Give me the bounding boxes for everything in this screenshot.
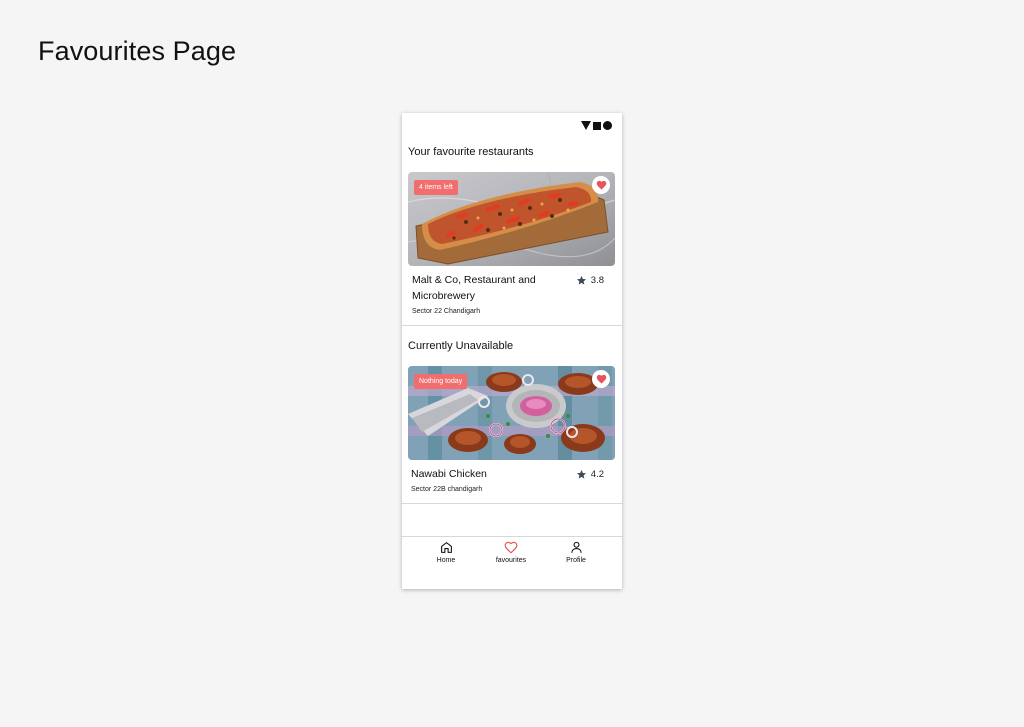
nav-home-label: Home — [436, 557, 456, 564]
profile-icon — [570, 541, 582, 553]
status-bar — [581, 121, 612, 130]
rating-value: 3.8 — [590, 275, 604, 286]
heart-outline-icon — [504, 541, 518, 554]
battery-icon — [593, 121, 601, 130]
nav-favourites[interactable]: favourites — [486, 541, 536, 564]
nav-home[interactable]: Home — [421, 541, 471, 564]
nav-favourites-label: favourites — [495, 557, 527, 564]
rating: 4.2 — [576, 469, 604, 480]
nav-profile[interactable]: Profile — [551, 541, 601, 564]
favourites-section-title: Your favourite restaurants — [408, 146, 534, 158]
nav-profile-label: Profile — [566, 557, 586, 564]
star-icon — [576, 275, 586, 285]
restaurant-name[interactable]: Malt & Co, Restaurant and Microbrewery — [412, 272, 542, 304]
wifi-icon — [603, 121, 612, 130]
heart-icon — [596, 180, 606, 190]
restaurant-image-malt[interactable]: 4 items left — [408, 172, 615, 266]
section-divider — [402, 325, 622, 326]
restaurant-location: Sector 22B chandigarh — [411, 486, 483, 493]
heart-icon — [596, 374, 606, 384]
star-icon — [576, 469, 586, 479]
restaurant-location: Sector 22 Chandigarh — [412, 308, 481, 315]
phone-frame: Your favourite restaurants 4 items left … — [402, 113, 622, 589]
restaurant-image-nawabi[interactable]: Nothing today — [408, 366, 615, 460]
bottom-navigation: Home favourites Profile — [402, 536, 622, 589]
rating: 3.8 — [576, 275, 604, 286]
stock-badge: 4 items left — [414, 180, 458, 195]
favourite-toggle[interactable] — [592, 176, 610, 194]
favourite-toggle[interactable] — [592, 370, 610, 388]
signal-icon — [581, 121, 591, 130]
page-heading: Favourites Page — [38, 36, 237, 66]
rating-value: 4.2 — [590, 469, 604, 480]
unavailable-section-title: Currently Unavailable — [408, 340, 514, 352]
restaurant-name[interactable]: Nawabi Chicken — [411, 466, 541, 482]
availability-badge: Nothing today — [414, 374, 468, 389]
home-icon — [440, 542, 452, 553]
section-divider — [402, 503, 622, 504]
